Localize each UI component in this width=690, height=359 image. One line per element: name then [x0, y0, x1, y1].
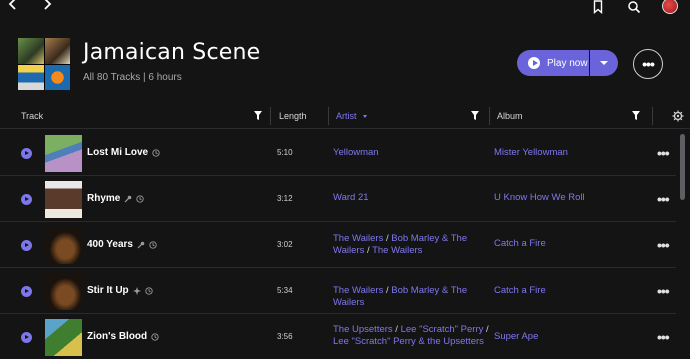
table-row[interactable]: Zion's Blood 3:56 The Upsetters / Lee "S…: [0, 314, 676, 359]
search-icon[interactable]: [627, 0, 641, 14]
history-icon: [136, 194, 145, 203]
album-art: [45, 227, 82, 264]
column-album-label: Album: [497, 111, 523, 121]
row-more-icon[interactable]: •••: [657, 192, 670, 206]
track-length: 5:10: [277, 148, 293, 157]
track-artist: Yellowman: [333, 147, 493, 159]
track-album[interactable]: Mister Yellowman: [494, 147, 568, 158]
artist-link[interactable]: The Wailers: [333, 285, 383, 296]
track-title-text: Zion's Blood: [87, 331, 148, 342]
more-icon: •••: [642, 56, 655, 72]
column-divider: [270, 107, 271, 125]
row-more-icon[interactable]: •••: [657, 284, 670, 298]
avatar[interactable]: [662, 0, 678, 14]
play-icon[interactable]: [21, 240, 32, 251]
track-title: 400 Years: [87, 239, 157, 250]
gear-icon[interactable]: [672, 110, 684, 122]
column-album[interactable]: Album: [497, 103, 523, 129]
sort-descending-icon: [362, 114, 367, 118]
page-title: Jamaican Scene: [83, 40, 261, 65]
play-icon[interactable]: [21, 332, 32, 343]
track-artist: The Upsetters / Lee "Scratch" Perry / Le…: [333, 324, 489, 347]
track-title-text: Rhyme: [87, 193, 121, 204]
play-icon[interactable]: [21, 194, 32, 205]
playlist-summary: All 80 Tracks | 6 hours: [83, 72, 182, 83]
play-now-label: Play now: [547, 57, 588, 69]
album-art: [45, 135, 82, 172]
play-icon: [528, 57, 540, 69]
row-more-icon[interactable]: •••: [657, 330, 670, 344]
track-album[interactable]: U Know How We Roll: [494, 192, 585, 203]
column-track-label: Track: [21, 111, 44, 121]
track-title-text: Lost Mi Love: [87, 147, 149, 158]
track-artist: Ward 21: [333, 192, 493, 204]
artist-link[interactable]: Yellowman: [333, 147, 379, 158]
column-divider: [328, 107, 329, 125]
track-title: Zion's Blood: [87, 331, 159, 342]
forward-arrow-icon[interactable]: [40, 0, 54, 11]
table-row[interactable]: Lost Mi Love 5:10 Yellowman Mister Yello…: [0, 130, 676, 176]
column-artist[interactable]: Artist: [336, 103, 367, 129]
column-track[interactable]: Track: [21, 103, 43, 129]
track-artist: The Wailers / Bob Marley & The Wailers: [333, 285, 468, 308]
track-title: Stir It Up: [87, 285, 153, 296]
history-icon: [145, 286, 153, 295]
bookmark-icon[interactable]: [591, 0, 605, 14]
track-album[interactable]: Catch a Fire: [494, 285, 546, 296]
filter-icon[interactable]: [632, 111, 640, 120]
album-art: [45, 319, 82, 356]
artist-link[interactable]: Lee "Scratch" Perry: [401, 324, 484, 335]
artist-link[interactable]: Lee "Scratch" Perry & the Upsetters: [333, 336, 484, 347]
album-art: [45, 181, 82, 218]
history-icon: [152, 148, 160, 157]
track-album[interactable]: Super Ape: [494, 331, 538, 342]
track-album[interactable]: Catch a Fire: [494, 238, 546, 249]
artist-link[interactable]: The Wailers: [333, 233, 383, 244]
more-options-button[interactable]: •••: [633, 49, 663, 79]
track-length: 5:34: [277, 286, 293, 295]
table-row[interactable]: Rhyme 3:12 Ward 21 U Know How We Roll ••…: [0, 176, 676, 222]
track-length: 3:56: [277, 332, 293, 341]
column-length-label: Length: [279, 111, 307, 121]
row-more-icon[interactable]: •••: [657, 238, 670, 252]
track-artist: The Wailers / Bob Marley & The Wailers /…: [333, 233, 468, 256]
scrollbar[interactable]: [679, 131, 687, 359]
track-title: Rhyme: [87, 193, 145, 204]
column-divider: [652, 107, 653, 125]
table-row[interactable]: 400 Years 3:02 The Wailers / Bob Marley …: [0, 222, 676, 268]
track-length: 3:02: [277, 240, 293, 249]
play-options-dropdown[interactable]: [590, 50, 618, 76]
table-row[interactable]: Stir It Up 5:34 The Wailers / Bob Marley…: [0, 268, 676, 314]
play-icon[interactable]: [21, 286, 32, 297]
play-now-button[interactable]: Play now: [517, 50, 589, 76]
mic-icon: [124, 195, 132, 202]
table-header: Track Length Artist Album: [0, 103, 690, 129]
row-more-icon[interactable]: •••: [657, 146, 670, 160]
artist-link[interactable]: The Upsetters: [333, 324, 393, 335]
chevron-down-icon: [600, 61, 608, 65]
track-title-text: Stir It Up: [87, 285, 129, 296]
album-art: [45, 273, 82, 310]
playlist-cover: [18, 38, 70, 90]
mic-icon: [137, 241, 145, 248]
artist-link[interactable]: Ward 21: [333, 192, 369, 203]
sparkle-icon: [132, 286, 141, 295]
filter-icon[interactable]: [254, 111, 262, 120]
track-title: Lost Mi Love: [87, 147, 160, 158]
track-length: 3:12: [277, 194, 293, 203]
play-icon[interactable]: [21, 148, 32, 159]
history-icon: [149, 240, 157, 249]
artist-link[interactable]: The Wailers: [372, 245, 422, 256]
history-icon: [151, 332, 159, 341]
top-navigation: [0, 0, 690, 14]
back-arrow-icon[interactable]: [6, 0, 20, 11]
track-title-text: 400 Years: [87, 239, 133, 250]
column-artist-label: Artist: [336, 111, 357, 121]
column-length[interactable]: Length: [279, 103, 307, 129]
column-divider: [489, 107, 490, 125]
scrollbar-thumb[interactable]: [680, 134, 685, 200]
filter-icon[interactable]: [471, 111, 479, 120]
